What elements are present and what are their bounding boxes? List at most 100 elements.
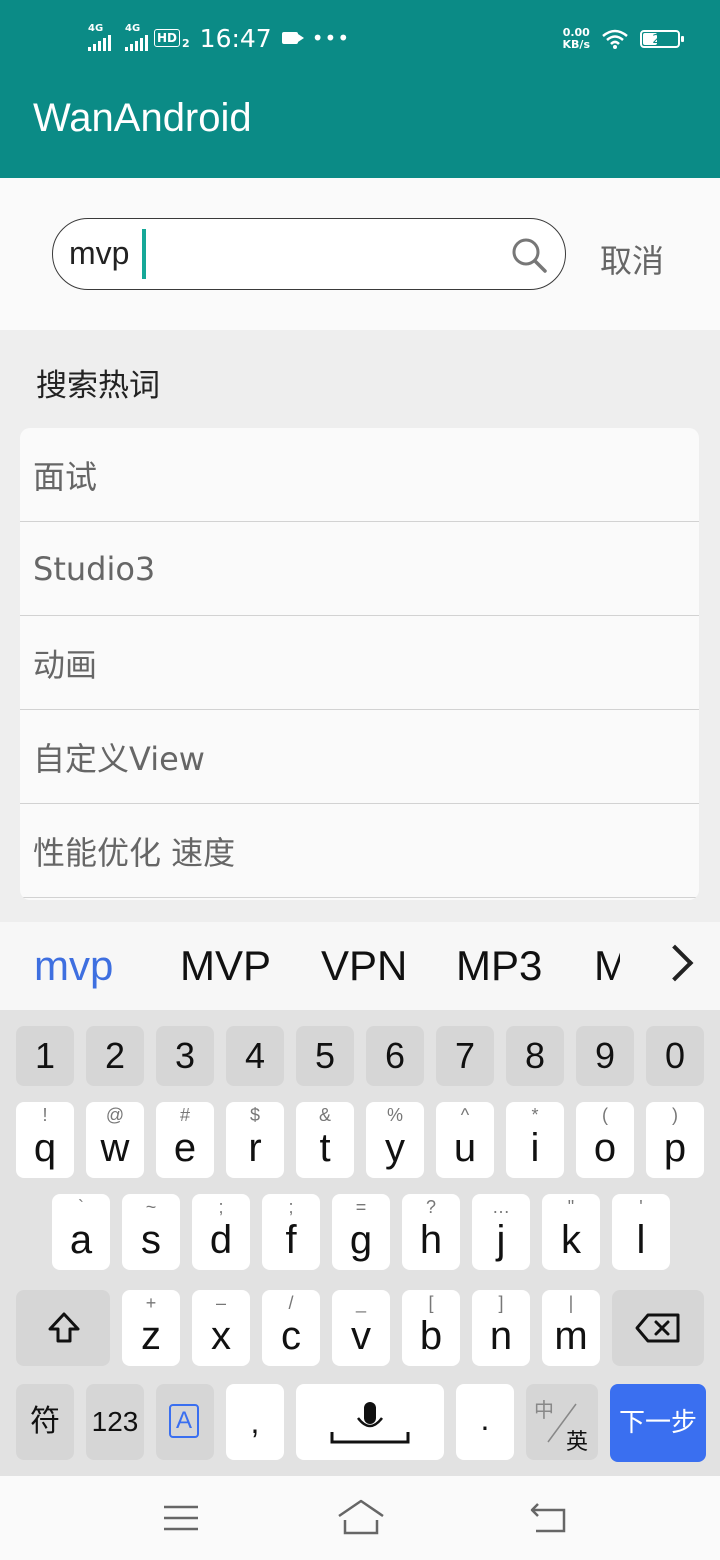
key-g[interactable]: = g [332, 1194, 390, 1270]
key-alt-char: & [318, 1105, 331, 1125]
space-key[interactable] [296, 1384, 444, 1460]
numbers-key[interactable]: 123 [86, 1384, 144, 1460]
period-key[interactable]: . [456, 1384, 514, 1460]
key-y[interactable]: % y [366, 1102, 424, 1178]
key-i[interactable]: * i [506, 1102, 564, 1178]
comma-key[interactable]: , [226, 1384, 284, 1460]
key-char: i [530, 1126, 540, 1170]
menu-icon[interactable] [162, 1502, 200, 1534]
key-alt-char: ! [42, 1105, 48, 1125]
hot-word-item[interactable]: 动画 [20, 616, 699, 710]
key-9[interactable]: 9 [576, 1026, 634, 1086]
key-k[interactable]: " k [542, 1194, 600, 1270]
key-char: q [33, 1126, 57, 1170]
next-step-button[interactable]: 下一步 [610, 1384, 706, 1462]
key-alt-char: * [531, 1105, 539, 1125]
key-d[interactable]: ; d [192, 1194, 250, 1270]
key-8[interactable]: 8 [506, 1026, 564, 1086]
key-4[interactable]: 4 [226, 1026, 284, 1086]
key-alt-char: ] [498, 1293, 504, 1313]
keyboard-suggestion-bar: mvp MVP VPN MP3 M [0, 922, 720, 1010]
key-a[interactable]: ` a [52, 1194, 110, 1270]
case-toggle-label: A [169, 1404, 199, 1438]
key-char: n [489, 1314, 513, 1358]
status-bar: 4G 4G HD 2 16:47 ••• 0.00 KB/s 27 [0, 0, 720, 66]
hot-word-item[interactable]: Studio3 [20, 522, 699, 616]
symbols-key[interactable]: 符 [16, 1384, 74, 1460]
key-f[interactable]: ; f [262, 1194, 320, 1270]
key-alt-char: + [145, 1293, 157, 1313]
suggestion-item[interactable]: mvp [34, 942, 113, 990]
key-n[interactable]: ] n [472, 1290, 530, 1366]
key-b[interactable]: [b [402, 1290, 460, 1366]
speed-unit: KB/s [562, 38, 590, 51]
battery-icon: 27 [640, 30, 684, 48]
key-alt-char: … [492, 1197, 510, 1217]
key-char: y [385, 1126, 405, 1170]
expand-suggestions-button[interactable] [620, 922, 720, 1010]
key-alt-char: $ [249, 1105, 260, 1125]
key-alt-char: ) [672, 1105, 678, 1125]
key-e[interactable]: # e [156, 1102, 214, 1178]
key-t[interactable]: & t [296, 1102, 354, 1178]
hd-sub-text: 2 [182, 36, 190, 50]
hot-word-item[interactable]: 面试 [20, 428, 699, 522]
key-char: v [351, 1314, 371, 1358]
hot-word-item[interactable]: 性能优化 速度 [20, 804, 699, 898]
suggestion-item[interactable]: MP3 [456, 942, 542, 990]
key-v[interactable]: _ v [332, 1290, 390, 1366]
key-2[interactable]: 2 [86, 1026, 144, 1086]
search-icon[interactable] [509, 235, 549, 275]
key-s[interactable]: ~ s [122, 1194, 180, 1270]
key-w[interactable]: @ w [86, 1102, 144, 1178]
key-1[interactable]: 1 [16, 1026, 74, 1086]
key-alt-char: / [288, 1293, 294, 1313]
suggestion-item[interactable]: MVP [180, 942, 271, 990]
battery-level: 27 [652, 32, 668, 46]
key-h[interactable]: ? h [402, 1194, 460, 1270]
search-area: mvp 取消 [0, 178, 720, 618]
search-query-text[interactable]: mvp [69, 235, 129, 272]
hot-words-section: 搜索热词 面试 Studio3 动画 自定义View 性能优化 速度 [0, 330, 720, 922]
language-toggle-key[interactable]: 中 英 [526, 1384, 598, 1460]
key-l[interactable]: ' l [612, 1194, 670, 1270]
key-0[interactable]: 0 [646, 1026, 704, 1086]
key-o[interactable]: (o [576, 1102, 634, 1178]
key-u[interactable]: ^ u [436, 1102, 494, 1178]
key-m[interactable]: | m [542, 1290, 600, 1366]
key-alt-char: ` [78, 1197, 84, 1217]
key-j[interactable]: … j [472, 1194, 530, 1270]
home-icon[interactable] [336, 1498, 386, 1536]
hot-word-item[interactable]: 自定义View [20, 710, 699, 804]
key-5[interactable]: 5 [296, 1026, 354, 1086]
key-char: m [554, 1314, 588, 1358]
key-c[interactable]: / c [262, 1290, 320, 1366]
key-alt-char: ' [639, 1197, 643, 1217]
key-r[interactable]: $ r [226, 1102, 284, 1178]
key-char: z [141, 1314, 161, 1358]
network-type-2: 4G [125, 23, 141, 34]
key-char: e [173, 1126, 197, 1170]
search-input[interactable]: mvp [52, 218, 566, 290]
system-nav-bar [0, 1476, 720, 1560]
key-q[interactable]: ! q [16, 1102, 74, 1178]
key-alt-char: # [179, 1105, 190, 1125]
shift-key[interactable] [16, 1290, 110, 1366]
key-char: c [281, 1314, 301, 1358]
key-7[interactable]: 7 [436, 1026, 494, 1086]
network-speed: 0.00 KB/s [563, 27, 590, 51]
case-toggle-key[interactable]: A [156, 1384, 214, 1460]
back-icon[interactable] [528, 1500, 570, 1534]
backspace-key[interactable] [612, 1290, 704, 1366]
key-6[interactable]: 6 [366, 1026, 424, 1086]
key-x[interactable]: – x [192, 1290, 250, 1366]
key-char: b [419, 1314, 443, 1358]
key-alt-char: = [355, 1197, 367, 1217]
suggestion-item[interactable]: VPN [321, 942, 407, 990]
key-char: w [100, 1126, 130, 1170]
key-3[interactable]: 3 [156, 1026, 214, 1086]
key-z[interactable]: + z [122, 1290, 180, 1366]
key-char: d [209, 1218, 233, 1262]
cancel-button[interactable]: 取消 [600, 236, 664, 282]
key-p[interactable]: ) p [646, 1102, 704, 1178]
